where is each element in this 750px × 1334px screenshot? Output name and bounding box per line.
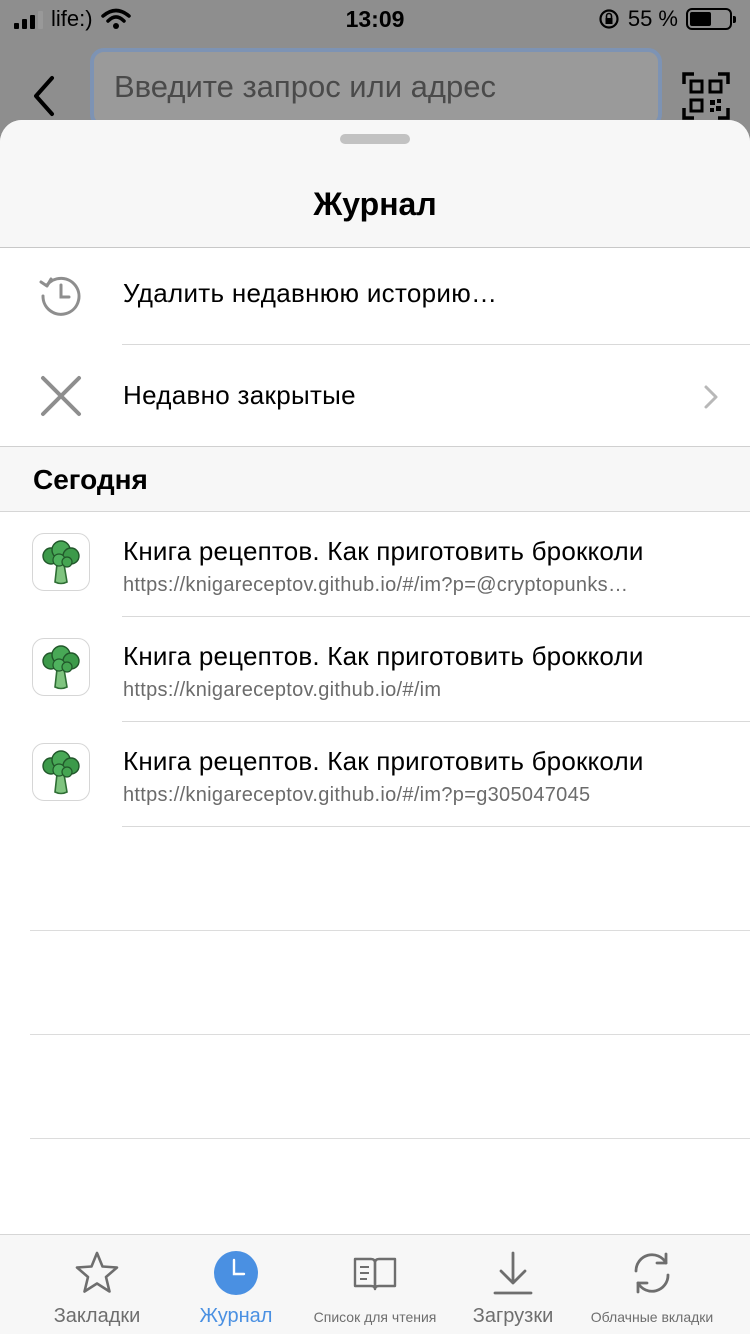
battery-icon <box>686 8 736 30</box>
site-favicon <box>32 743 90 801</box>
status-bar: life:) 13:09 55 % <box>0 0 750 40</box>
tab-cloud-tabs[interactable]: Облачные вкладки <box>576 1235 728 1334</box>
bottom-tab-bar: Закладки Журнал Список для чтения Загруз… <box>0 1234 750 1334</box>
tab-downloads[interactable]: Загрузки <box>455 1235 571 1334</box>
close-x-icon <box>41 376 81 416</box>
site-favicon <box>32 638 90 696</box>
orientation-lock-icon <box>599 9 619 29</box>
history-sheet: Журнал Удалить недавнюю историю… Недавно… <box>0 120 750 1334</box>
empty-row <box>0 827 750 930</box>
battery-percent: 55 % <box>627 6 678 31</box>
status-right: 55 % <box>598 6 736 32</box>
tab-label: Закладки <box>53 1305 141 1327</box>
tab-label: Журнал <box>199 1305 273 1327</box>
history-item-title: Книга рецептов. Как приготовить брокколи <box>123 746 644 776</box>
sheet-grabber[interactable] <box>340 134 410 144</box>
back-chevron-icon[interactable] <box>26 72 66 120</box>
sync-icon <box>634 1252 670 1294</box>
history-item-url: https://knigareceptov.github.io/#/im?p=@… <box>123 574 629 596</box>
tab-reading-list[interactable]: Список для чтения <box>300 1235 450 1334</box>
empty-row <box>0 1035 750 1138</box>
history-list: Книга рецептов. Как приготовить брокколи… <box>0 512 750 827</box>
clock-icon <box>214 1251 258 1295</box>
history-item[interactable]: Книга рецептов. Как приготовить брокколи… <box>0 617 750 721</box>
search-input[interactable] <box>94 52 658 122</box>
history-item[interactable]: Книга рецептов. Как приготовить брокколи… <box>0 722 750 826</box>
tab-label: Загрузки <box>472 1305 554 1327</box>
row-divider <box>30 1138 750 1139</box>
clear-history-label: Удалить недавнюю историю… <box>123 278 498 308</box>
star-icon <box>75 1251 119 1293</box>
history-item-url: https://knigareceptov.github.io/#/im <box>123 679 442 701</box>
tab-history[interactable]: Журнал <box>176 1235 296 1334</box>
history-item[interactable]: Книга рецептов. Как приготовить брокколи… <box>0 512 750 616</box>
battery-fill <box>690 12 711 26</box>
qr-code-icon[interactable] <box>682 72 730 120</box>
tab-label: Облачные вкладки <box>590 1309 714 1325</box>
history-item-title: Книга рецептов. Как приготовить брокколи <box>123 536 644 566</box>
recently-closed-row[interactable]: Недавно закрытые <box>0 345 750 446</box>
address-bar[interactable] <box>90 48 662 128</box>
sheet-title: Журнал <box>313 186 437 222</box>
site-favicon <box>32 533 90 591</box>
sheet-header: Журнал <box>0 120 750 248</box>
tab-label: Список для чтения <box>313 1309 437 1325</box>
broccoli-icon <box>42 540 80 585</box>
recently-closed-label: Недавно закрытые <box>123 380 356 410</box>
broccoli-icon <box>42 750 80 795</box>
clear-history-row[interactable]: Удалить недавнюю историю… <box>0 248 750 344</box>
clock-history-icon <box>39 276 81 316</box>
empty-row <box>0 931 750 1034</box>
history-item-title: Книга рецептов. Как приготовить брокколи <box>123 641 644 671</box>
download-icon <box>493 1251 533 1295</box>
section-header-today: Сегодня <box>0 446 750 512</box>
section-title: Сегодня <box>33 464 148 495</box>
tab-bookmarks[interactable]: Закладки <box>22 1235 172 1334</box>
history-item-url: https://knigareceptov.github.io/#/im?p=g… <box>123 784 591 806</box>
broccoli-icon <box>42 645 80 690</box>
book-icon <box>353 1257 397 1291</box>
chevron-right-icon <box>704 385 718 409</box>
